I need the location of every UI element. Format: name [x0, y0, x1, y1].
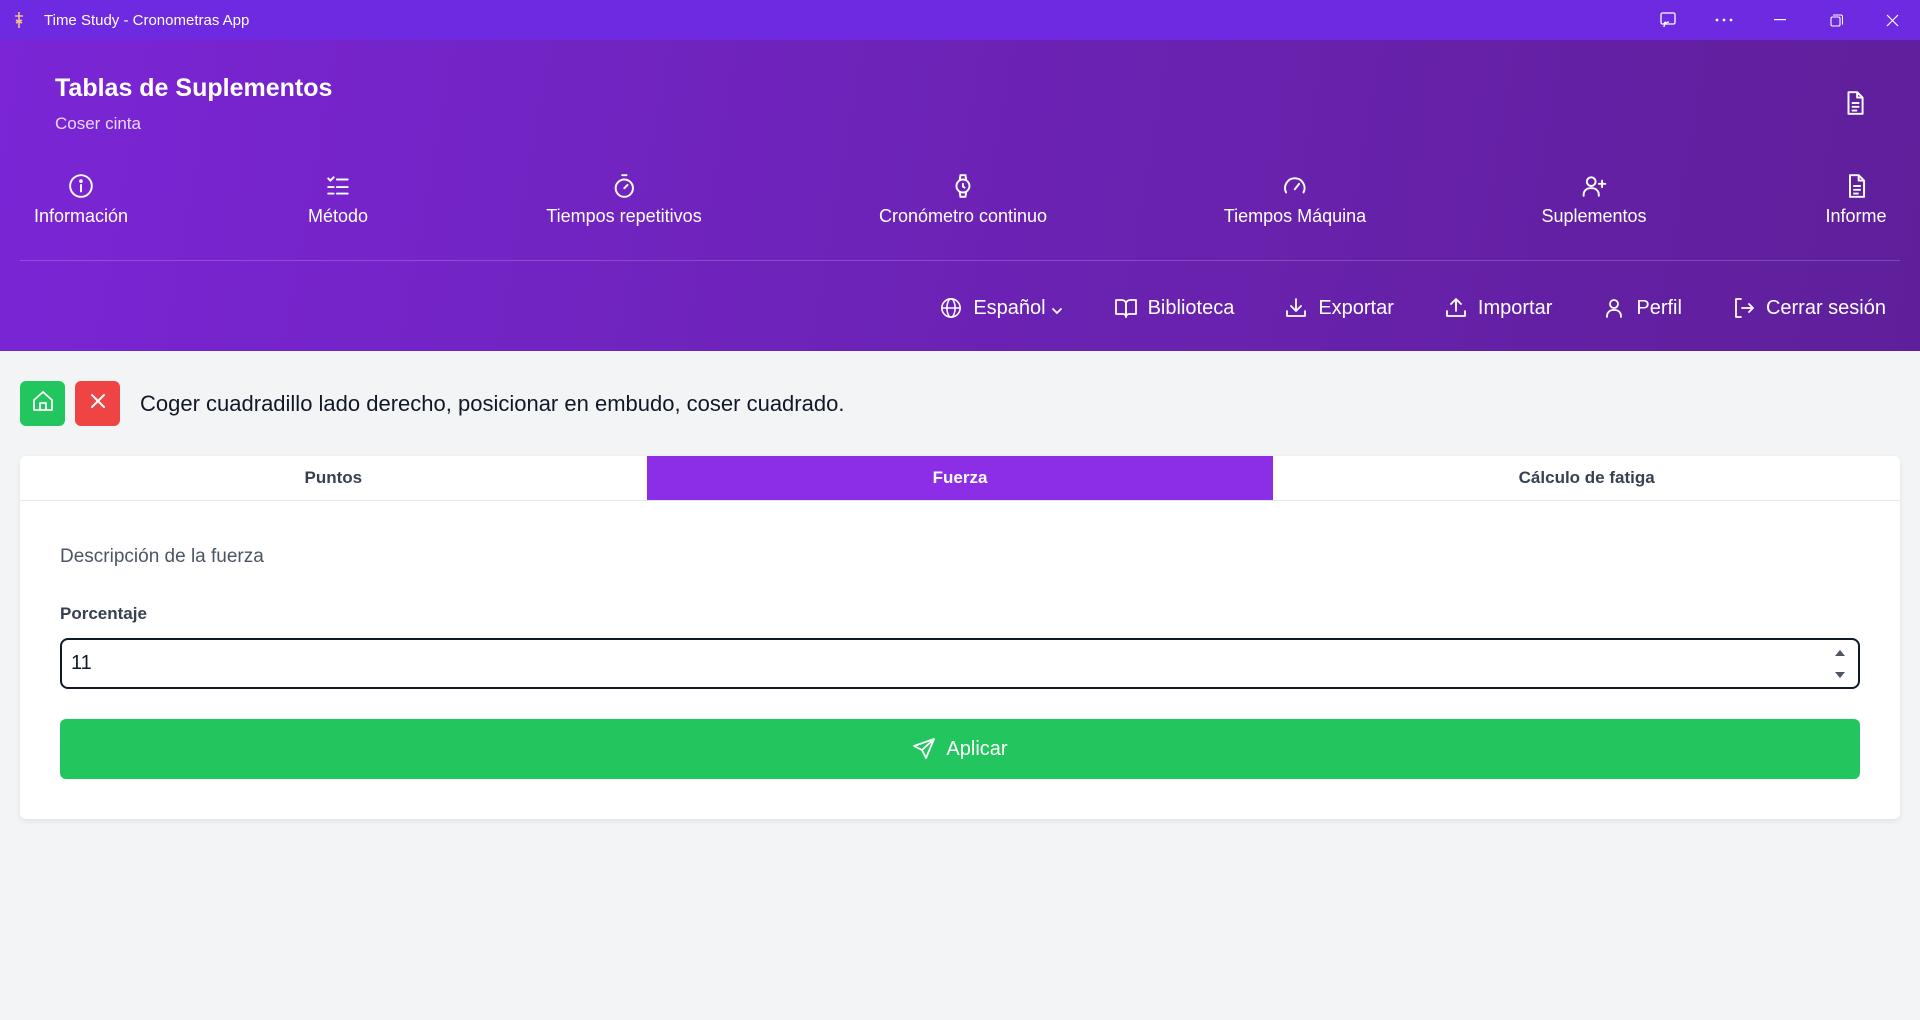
info-icon [67, 172, 95, 200]
upload-icon [1444, 296, 1468, 320]
document-icon [1842, 172, 1870, 200]
nav-item-tiempos-maquina[interactable]: Tiempos Máquina [1224, 172, 1366, 227]
logout-label: Cerrar sesión [1765, 296, 1886, 319]
language-label: Español [973, 296, 1046, 319]
window-controls [1640, 0, 1920, 40]
nav-item-informacion[interactable]: Información [34, 172, 128, 227]
spin-down-icon[interactable] [1835, 672, 1845, 678]
home-icon [31, 389, 55, 418]
force-description-label: Descripción de la fuerza [60, 546, 264, 567]
logout-icon [1732, 296, 1756, 320]
nav-label: Informe [1825, 206, 1887, 226]
library-button[interactable]: Biblioteca [1114, 296, 1235, 320]
export-label: Exportar [1318, 296, 1394, 319]
page-subtitle: Coser cinta [55, 114, 141, 133]
globe-icon [939, 296, 963, 320]
user-plus-icon [1580, 172, 1608, 200]
profile-label: Perfil [1636, 296, 1682, 319]
more-icon[interactable] [1696, 0, 1752, 40]
list-check-icon [324, 172, 352, 200]
import-label: Importar [1477, 296, 1553, 319]
home-button[interactable] [20, 381, 65, 426]
nav-item-metodo[interactable]: Método [308, 172, 368, 227]
nav-label: Método [307, 206, 369, 226]
close-task-button[interactable] [75, 381, 120, 426]
minimize-icon[interactable] [1752, 0, 1808, 40]
header-toolbar: Español Biblioteca Exportar Importar Per… [889, 292, 1886, 324]
close-icon[interactable] [1864, 0, 1920, 40]
spin-up-icon[interactable] [1835, 650, 1845, 656]
nav-label: Tiempos repetitivos [546, 206, 702, 226]
close-icon [89, 392, 107, 415]
nav-label: Suplementos [1541, 206, 1647, 226]
apply-button[interactable]: Aplicar [60, 719, 1860, 779]
number-spinner[interactable] [1834, 650, 1846, 678]
cast-icon[interactable] [1640, 0, 1696, 40]
gauge-icon [1281, 172, 1309, 200]
main-navigation: Información Método Tiempos repetitivos C… [0, 172, 1920, 272]
percentage-input[interactable] [62, 640, 1802, 687]
percentage-label: Porcentaje [60, 604, 147, 623]
document-icon[interactable] [1842, 90, 1868, 116]
nav-label: Información [33, 206, 129, 226]
user-icon [1602, 296, 1626, 320]
library-label: Biblioteca [1147, 296, 1235, 319]
import-button[interactable]: Importar [1444, 296, 1552, 320]
restore-icon[interactable] [1808, 0, 1864, 40]
percentage-field [60, 638, 1860, 689]
chevron-down-icon [1050, 301, 1064, 315]
nav-item-cronometro-continuo[interactable]: Cronómetro continuo [879, 172, 1047, 227]
nav-label: Tiempos Máquina [1223, 206, 1367, 226]
language-selector[interactable]: Español [939, 296, 1063, 320]
nav-item-tiempos-repetitivos[interactable]: Tiempos repetitivos [546, 172, 702, 227]
fuerza-card: Puntos Fuerza Cálculo de fatiga Descripc… [20, 456, 1900, 819]
stopwatch-icon [610, 172, 638, 200]
export-button[interactable]: Exportar [1284, 296, 1394, 320]
task-description: Coger cuadradillo lado derecho, posicion… [140, 390, 845, 416]
send-icon [912, 737, 936, 761]
app-logo-icon [10, 11, 28, 29]
nav-item-suplementos[interactable]: Suplementos [1541, 172, 1647, 227]
task-header: Coger cuadradillo lado derecho, posicion… [20, 381, 844, 426]
profile-button[interactable]: Perfil [1602, 296, 1682, 320]
nav-label: Cronómetro continuo [878, 206, 1048, 226]
window-title: Time Study - Cronometras App [44, 11, 250, 29]
book-icon [1114, 296, 1138, 320]
download-icon [1284, 296, 1308, 320]
page-title: Tablas de Suplementos [55, 74, 333, 102]
tab-calculo-fatiga[interactable]: Cálculo de fatiga [1273, 456, 1900, 500]
title-bar: Time Study - Cronometras App [0, 0, 1920, 40]
app-header: Tablas de Suplementos Coser cinta Inform… [0, 40, 1920, 351]
logout-button[interactable]: Cerrar sesión [1732, 296, 1886, 320]
nav-item-informe[interactable]: Informe [1825, 172, 1887, 227]
tab-puntos[interactable]: Puntos [20, 456, 647, 500]
tab-fuerza[interactable]: Fuerza [646, 456, 1274, 500]
apply-label: Aplicar [946, 737, 1008, 760]
watch-icon [949, 172, 977, 200]
header-divider [20, 260, 1900, 261]
tab-bar: Puntos Fuerza Cálculo de fatiga [20, 456, 1900, 501]
